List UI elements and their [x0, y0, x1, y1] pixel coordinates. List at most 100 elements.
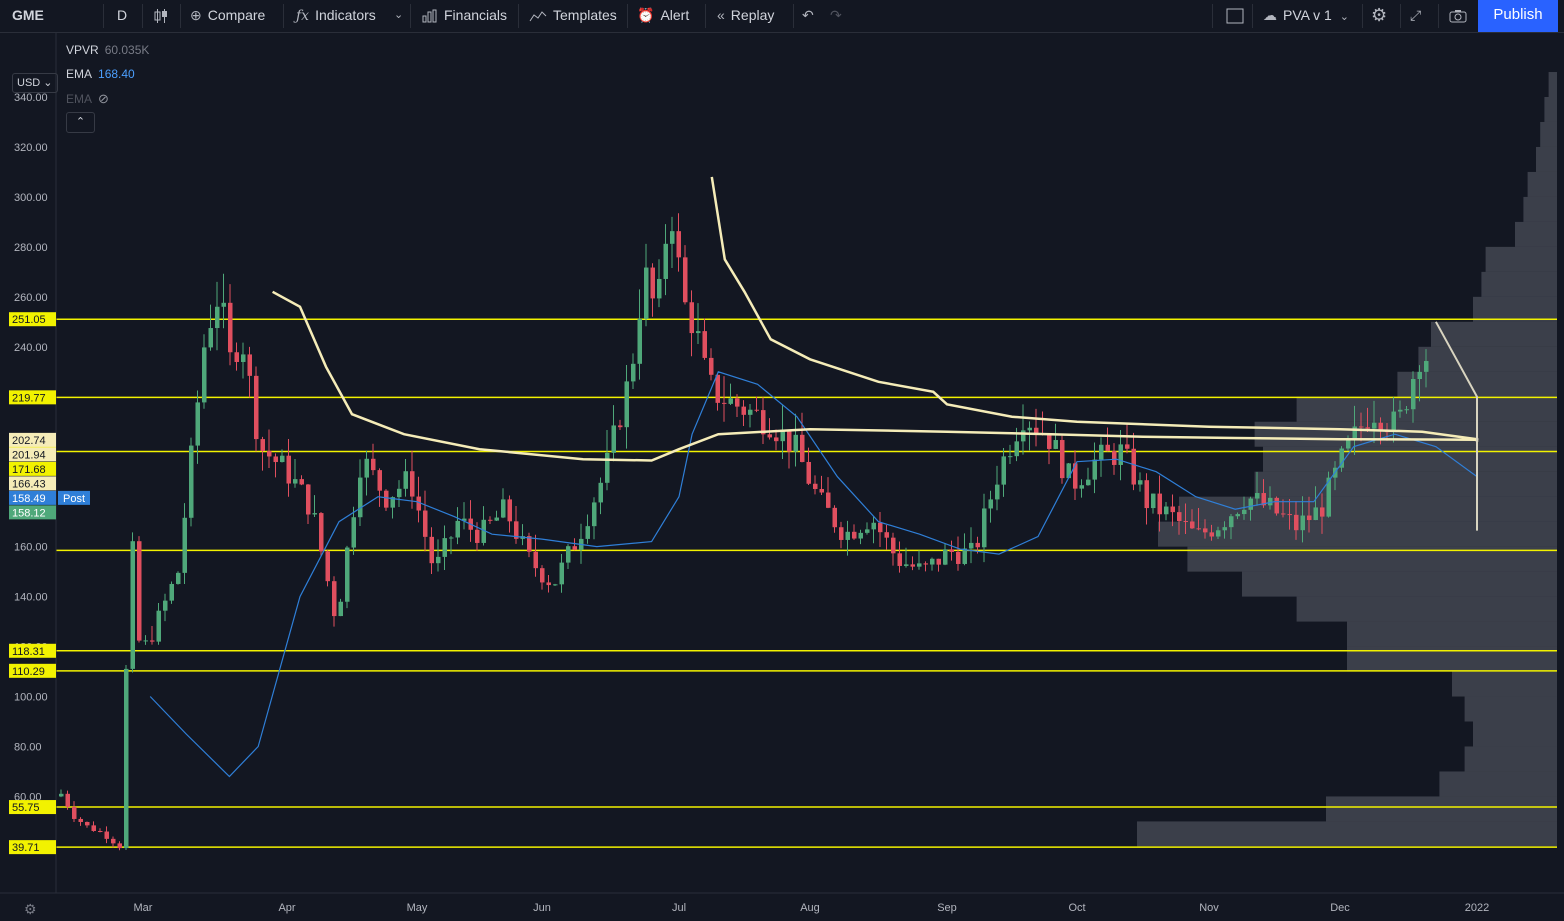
candle-down: [1170, 506, 1175, 513]
candle-up: [631, 363, 636, 382]
legend-ema2-name: EMA: [66, 92, 93, 106]
toolbar-divider: [283, 4, 284, 28]
chevron-down-icon: ⌄: [1339, 11, 1349, 23]
candle-up: [202, 347, 207, 403]
candle-down: [813, 483, 818, 489]
candle-down: [98, 830, 103, 832]
candle-up: [858, 532, 863, 539]
price-tick-label: 300.00: [14, 192, 48, 204]
fullscreen-icon[interactable]: ⤢: [1410, 0, 1421, 32]
square-layout-icon: [1226, 8, 1244, 24]
layout-select-button[interactable]: [1226, 0, 1244, 32]
volume-profile-bar: [1326, 796, 1557, 822]
plus-circle-icon: ⊕: [190, 7, 202, 23]
candle-down: [1190, 521, 1195, 529]
time-tick-label: Nov: [1199, 902, 1219, 914]
financials-button[interactable]: Financials: [422, 0, 507, 32]
indicators-dropdown-chevron-icon[interactable]: ⌄: [394, 0, 403, 32]
redo-icon[interactable]: ↷: [830, 0, 842, 32]
price-tick-label: 280.00: [14, 242, 48, 254]
symbol-search[interactable]: GME: [12, 0, 44, 32]
candle-up: [358, 477, 363, 518]
price-value-badge-text: 171.68: [12, 464, 46, 476]
candle-up: [1398, 409, 1403, 412]
replay-button[interactable]: « Replay: [717, 0, 774, 32]
chart-type-button[interactable]: [154, 0, 168, 32]
candle-down: [806, 461, 811, 484]
candle-up: [1313, 507, 1318, 521]
legend-vpvr-name: VPVR: [66, 43, 99, 57]
candle-up: [553, 584, 558, 586]
candles-icon: [154, 9, 167, 24]
candle-up: [644, 267, 649, 319]
toolbar-divider: [142, 4, 143, 28]
candle-down: [273, 456, 278, 463]
candle-up: [982, 508, 987, 548]
candle-down: [572, 546, 577, 550]
candle-down: [722, 402, 727, 404]
layout-name-button[interactable]: ☁ PVA v 1 ⌄: [1263, 0, 1349, 32]
toolbar-divider: [1438, 4, 1439, 28]
currency-label: USD: [17, 77, 41, 89]
toolbar-divider: [410, 4, 411, 28]
candle-down: [949, 549, 954, 552]
candle-down: [897, 553, 902, 566]
publish-button[interactable]: Publish: [1478, 0, 1558, 32]
time-tick-label: Mar: [134, 902, 153, 914]
candle-up: [397, 488, 402, 498]
candle-down: [683, 257, 688, 303]
legend-ema[interactable]: EMA 168.40: [66, 67, 135, 81]
indicators-button[interactable]: ƒx Indicators: [296, 0, 376, 32]
volume-profile-bar: [1523, 196, 1557, 222]
function-icon: ƒx: [296, 8, 310, 24]
candle-up: [663, 243, 668, 279]
candle-up: [455, 520, 460, 538]
candle-up: [592, 502, 597, 527]
candle-down: [923, 563, 928, 565]
time-tick-label: 2022: [1465, 902, 1489, 914]
candle-down: [1125, 444, 1130, 449]
candle-up: [293, 479, 298, 484]
volume-profile-bar: [1296, 396, 1557, 422]
templates-button[interactable]: Templates: [529, 0, 617, 32]
eye-hidden-icon[interactable]: ⊘: [98, 91, 109, 106]
candle-down: [1203, 528, 1208, 533]
candle-up: [624, 381, 629, 428]
candle-down: [377, 470, 382, 491]
candle-down: [319, 513, 324, 552]
legend-vpvr[interactable]: VPVR 60.035K: [66, 43, 149, 57]
currency-dropdown[interactable]: USD ⌄: [12, 73, 58, 93]
chart-settings-gear-icon[interactable]: ⚙: [24, 901, 37, 918]
compare-button[interactable]: ⊕ Compare: [190, 0, 265, 32]
candle-up: [1086, 479, 1091, 486]
chart-area[interactable]: 340.00320.00300.00280.00260.00240.00220.…: [0, 33, 1564, 921]
snapshot-camera-icon[interactable]: [1449, 0, 1467, 32]
candle-down: [371, 458, 376, 471]
collapse-legend-button[interactable]: ⌃: [66, 112, 95, 133]
legend-ema-value: 168.40: [98, 67, 135, 81]
candle-up: [1248, 498, 1253, 510]
price-value-badge-text: 166.43: [12, 478, 46, 490]
price-chart[interactable]: 340.00320.00300.00280.00260.00240.00220.…: [0, 33, 1564, 921]
candle-up: [1138, 480, 1143, 485]
price-level-badge-text: 118.31: [12, 646, 45, 658]
candle-up: [312, 513, 317, 515]
price-tick-label: 80.00: [14, 741, 42, 753]
legend-ema-hidden[interactable]: EMA ⊘: [66, 91, 109, 107]
candle-up: [208, 328, 213, 348]
settings-gear-icon[interactable]: ⚙: [1371, 0, 1387, 32]
candle-up: [449, 537, 454, 539]
toolbar-divider: [1400, 4, 1401, 28]
bar-chart-icon: [422, 9, 437, 23]
time-tick-label: Apr: [278, 902, 295, 914]
candle-up: [403, 471, 408, 489]
alert-button[interactable]: ⏰ Alert: [637, 0, 689, 32]
candle-down: [1157, 493, 1162, 515]
financials-label: Financials: [444, 7, 508, 23]
interval-button[interactable]: D: [117, 0, 127, 32]
volume-profile-bar: [1473, 721, 1557, 747]
undo-icon[interactable]: ↶: [802, 0, 814, 32]
candle-down: [1034, 427, 1039, 434]
candle-up: [611, 425, 616, 453]
candle-down: [150, 640, 155, 642]
